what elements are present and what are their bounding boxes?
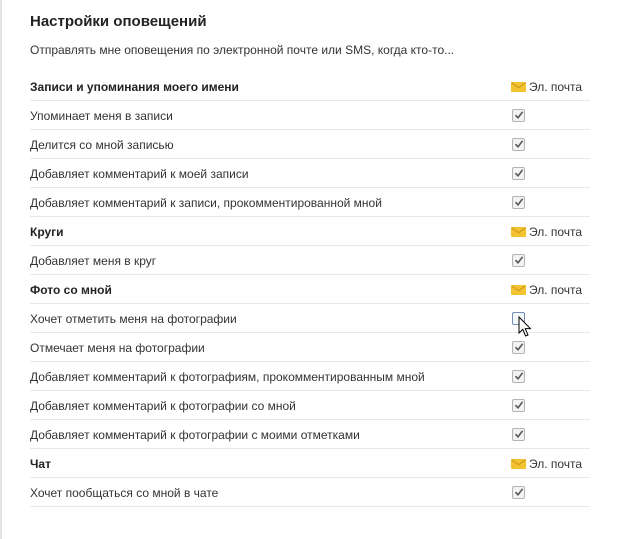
checkmark-icon [514,372,524,381]
email-column-header: Эл. почта [511,456,582,472]
mail-icon [511,82,526,92]
setting-label: Добавляет комментарий к фотографии с мои… [30,428,360,442]
mouse-pointer-icon [518,316,532,337]
setting-label: Делится со мной записью [30,138,174,152]
settings-description: Отправлять мне оповещения по электронной… [30,43,455,57]
email-checkbox[interactable] [512,341,525,354]
email-checkbox[interactable] [512,428,525,441]
section-header-circles: Круги Эл. почта [30,217,590,246]
setting-label: Упоминает меня в записи [30,109,173,123]
panel-left-border [0,0,2,539]
setting-label: Отмечает меня на фотографии [30,341,205,355]
email-checkbox[interactable] [512,109,525,122]
setting-label: Добавляет комментарий к моей записи [30,167,249,181]
setting-label: Хочет пообщаться со мной в чате [30,486,219,500]
setting-row: Добавляет комментарий к фотографиям, про… [30,362,590,391]
email-checkbox[interactable] [512,370,525,383]
section-title: Круги [30,225,64,239]
setting-label: Хочет отметить меня на фотографии [30,312,237,326]
setting-label: Добавляет комментарий к фотографиям, про… [30,370,425,384]
setting-label: Добавляет комментарий к фотографии со мн… [30,399,296,413]
section-title: Фото со мной [30,283,112,297]
email-checkbox[interactable] [512,486,525,499]
email-column-label: Эл. почта [529,225,583,239]
section-title: Записи и упоминания моего имени [30,80,239,94]
email-checkbox[interactable] [512,167,525,180]
setting-row: Добавляет комментарий к фотографии с мои… [30,420,590,449]
checkmark-icon [514,198,524,207]
setting-row: Добавляет комментарий к моей записи [30,159,590,188]
checkmark-icon [514,488,524,497]
setting-row: Хочет пообщаться со мной в чате [30,478,590,507]
setting-row: Добавляет меня в круг [30,246,590,275]
email-column-header: Эл. почта [511,79,582,95]
checkmark-icon [514,343,524,352]
setting-row: Упоминает меня в записи [30,101,590,130]
mail-icon [511,285,526,295]
section-header-chat: Чат Эл. почта [30,449,590,478]
setting-row: Делится со мной записью [30,130,590,159]
checkmark-icon [514,401,524,410]
email-column-label: Эл. почта [529,80,583,94]
email-checkbox[interactable] [512,196,525,209]
email-column-header: Эл. почта [511,282,582,298]
page-title: Настройки оповещений [30,13,207,30]
email-column-header: Эл. почта [511,224,582,240]
section-title: Чат [30,457,51,471]
checkmark-icon [514,140,524,149]
checkmark-icon [514,256,524,265]
section-header-posts-mentions: Записи и упоминания моего имени Эл. почт… [30,72,590,101]
mail-icon [511,227,526,237]
section-header-photos: Фото со мной Эл. почта [30,275,590,304]
settings-table: Записи и упоминания моего имени Эл. почт… [30,72,590,507]
setting-row: Добавляет комментарий к фотографии со мн… [30,391,590,420]
checkmark-icon [514,169,524,178]
setting-row: Хочет отметить меня на фотографии [30,304,590,333]
email-checkbox[interactable] [512,399,525,412]
setting-row: Добавляет комментарий к записи, прокомме… [30,188,590,217]
checkmark-icon [514,430,524,439]
setting-label: Добавляет меня в круг [30,254,157,268]
email-checkbox[interactable] [512,254,525,267]
email-column-label: Эл. почта [529,283,583,297]
mail-icon [511,459,526,469]
setting-row: Отмечает меня на фотографии [30,333,590,362]
notification-settings-panel: Настройки оповещений Отправлять мне опов… [30,10,590,507]
email-checkbox[interactable] [512,138,525,151]
checkmark-icon [514,111,524,120]
setting-label: Добавляет комментарий к записи, прокомме… [30,196,382,210]
email-column-label: Эл. почта [529,457,583,471]
